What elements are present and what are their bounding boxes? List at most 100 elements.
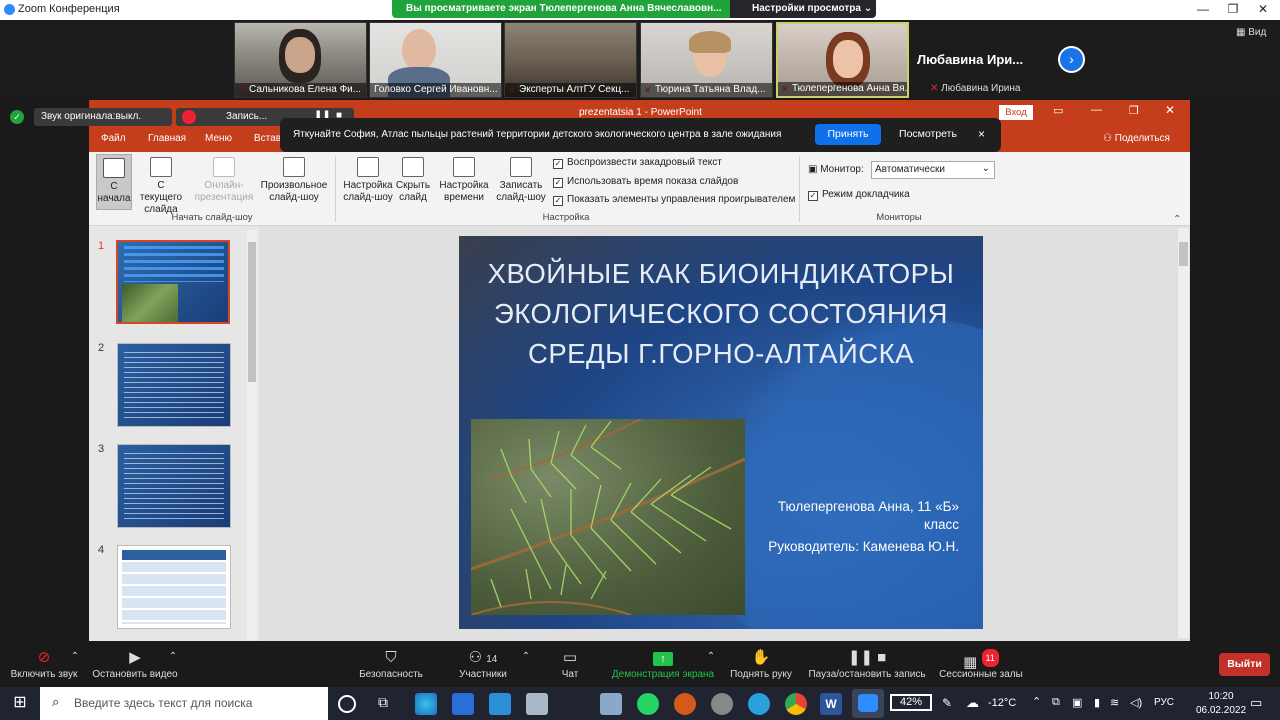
word-icon[interactable]: W: [820, 693, 842, 715]
wifi-icon[interactable]: ≋: [1110, 696, 1119, 709]
security-button[interactable]: ⛉ Безопасность: [355, 649, 427, 680]
from-start-button[interactable]: С начала: [96, 154, 132, 210]
view-button[interactable]: ▦ Вид: [1236, 27, 1266, 38]
weather-icon[interactable]: ☁: [966, 695, 979, 711]
edge-icon[interactable]: [415, 693, 437, 715]
slide-thumbnail-4[interactable]: [117, 545, 231, 629]
monitor-icon: ▣: [808, 164, 818, 175]
participant-tile[interactable]: ✕ Тюрина Татьяна Влад...: [640, 22, 773, 98]
close-icon[interactable]: ✕: [1248, 2, 1278, 18]
leave-meeting-button[interactable]: Выйти: [1219, 653, 1270, 676]
tab-file[interactable]: Файл: [101, 133, 126, 144]
task-view-icon[interactable]: ⧉: [378, 694, 388, 711]
view-waiting-button[interactable]: Посмотреть: [890, 124, 966, 145]
chevron-up-icon[interactable]: ⌃: [521, 651, 531, 662]
clock-date: 06.02.2022: [1195, 705, 1247, 716]
view-label: Вид: [1248, 27, 1267, 38]
breakout-rooms-button[interactable]: ▦ 11 Сессионные залы: [936, 649, 1026, 680]
stop-video-button[interactable]: ▶ Остановить видео: [90, 649, 180, 680]
checkbox-narration[interactable]: ✓ Воспроизвести закадровый текст: [553, 157, 722, 169]
maximize-icon[interactable]: ❐: [1218, 2, 1248, 18]
accept-button[interactable]: Принять: [815, 124, 881, 145]
view-settings-button[interactable]: Настройки просмотра ⌄: [730, 0, 876, 18]
security-label: Безопасность: [359, 669, 423, 680]
slide-thumbnail-3[interactable]: [117, 444, 231, 528]
notification-message: Яткунайте София, Атлас пыльцы растений т…: [293, 129, 782, 140]
maximize-icon[interactable]: ❐: [1129, 104, 1139, 117]
chevron-up-icon[interactable]: ⌃: [168, 651, 178, 662]
slide-scrollbar[interactable]: [1178, 228, 1189, 638]
ribbon-display-icon[interactable]: ▭: [1053, 104, 1063, 117]
participant-tile[interactable]: Головко Сергей Ивановн...: [369, 22, 502, 98]
app-icon[interactable]: [526, 693, 548, 715]
custom-show-button[interactable]: Произвольное слайд-шоу: [257, 157, 331, 204]
participant-tile[interactable]: ✕ Эксперты АлтГУ Секц...: [504, 22, 637, 98]
signin-button[interactable]: Вход: [999, 105, 1033, 120]
mail-icon[interactable]: [489, 693, 511, 715]
checkbox-timings[interactable]: ✓ Использовать время показа слайдов: [553, 176, 738, 188]
minimize-icon[interactable]: —: [1188, 2, 1218, 18]
current-slide[interactable]: ХВОЙНЫЕ КАК БИОИНДИКАТОРЫ ЭКОЛОГИЧЕСКОГО…: [459, 236, 983, 629]
slide-scrollbar-thumb[interactable]: [1179, 242, 1188, 266]
slide-thumbnail-1[interactable]: [116, 240, 230, 324]
language-indicator[interactable]: РУС: [1154, 697, 1174, 708]
minimize-icon[interactable]: —: [1091, 104, 1102, 116]
setup-slideshow-button[interactable]: Настройка слайд-шоу: [341, 157, 395, 204]
battery-icon[interactable]: ▮: [1094, 696, 1100, 709]
record-slideshow-button[interactable]: Записать слайд-шоу: [493, 157, 549, 204]
participant-tile[interactable]: ✕ Сальникова Елена Фи...: [234, 22, 367, 98]
clock[interactable]: 10:20 06.02.2022: [1194, 690, 1248, 718]
thumb-scrollbar-thumb[interactable]: [248, 242, 256, 382]
custom-label: Произвольное слайд-шоу: [260, 180, 328, 203]
setup-label: Настройка слайд-шоу: [343, 180, 393, 203]
chat-button[interactable]: ▭ Чат: [550, 649, 590, 680]
chevron-up-icon[interactable]: ⌃: [70, 651, 80, 662]
thumb-scrollbar[interactable]: [247, 230, 257, 640]
cortana-icon[interactable]: [338, 695, 356, 713]
original-sound-toggle[interactable]: Звук оригинала:выкл.: [34, 108, 172, 126]
notifications-icon[interactable]: ▭: [1250, 695, 1262, 711]
chevron-up-icon[interactable]: ⌃: [1032, 695, 1041, 708]
windows-start-icon[interactable]: ⊞: [0, 687, 40, 720]
chevron-up-icon[interactable]: ⌃: [706, 651, 716, 662]
volume-icon[interactable]: ◁): [1130, 696, 1142, 709]
close-icon[interactable]: ✕: [1165, 103, 1175, 117]
participant-name-large[interactable]: Любавина Ири...: [917, 52, 1023, 67]
participant-tile-active-speaker[interactable]: ✕ Тюлепергенова Анна Вя...: [776, 22, 909, 98]
checkbox-controls[interactable]: ✓ Показать элементы управления проигрыват…: [553, 194, 795, 206]
app-icon[interactable]: [600, 693, 622, 715]
gallery-next-button[interactable]: ›: [1058, 46, 1085, 73]
thumb-table-rows: [122, 562, 226, 624]
close-icon[interactable]: ×: [978, 127, 985, 141]
temperature[interactable]: -12°C: [988, 697, 1016, 709]
slide-thumbnail-2[interactable]: [117, 343, 231, 427]
monitor-select[interactable]: Автоматически ⌄: [871, 161, 995, 179]
store-icon[interactable]: [452, 693, 474, 715]
telegram-icon[interactable]: [748, 693, 770, 715]
person-icon: ⚇: [1103, 133, 1112, 144]
zoom-taskbar-icon[interactable]: [852, 689, 884, 718]
online-present-icon: [213, 157, 235, 177]
hide-slide-button[interactable]: Скрыть слайд: [394, 157, 432, 204]
share-screen-button[interactable]: ↑ Демонстрация экрана: [608, 649, 718, 680]
tray-app-icon[interactable]: ▣: [1072, 696, 1082, 709]
participants-button[interactable]: ⚇ 14 Участники: [454, 649, 512, 680]
chrome-icon[interactable]: [785, 693, 807, 715]
raise-hand-button[interactable]: ✋ Поднять руку: [726, 649, 796, 680]
pause-stop-recording-button[interactable]: ❚❚ ■ Пауза/остановить запись: [806, 649, 928, 680]
app-icon[interactable]: [711, 693, 733, 715]
tab-menu[interactable]: Меню: [205, 133, 232, 144]
share-button[interactable]: ⚇ Поделиться: [1103, 133, 1170, 144]
taskbar-search-input[interactable]: ⌕ Введите здесь текст для поиска: [40, 687, 328, 720]
checkbox-presenter-view[interactable]: ✓ Режим докладчика: [808, 189, 910, 201]
from-current-button[interactable]: С текущего слайда: [137, 157, 185, 216]
pen-icon[interactable]: ✎: [942, 696, 952, 710]
rehearse-timings-button[interactable]: Настройка времени: [437, 157, 491, 204]
tab-home[interactable]: Главная: [148, 133, 186, 144]
whatsapp-icon[interactable]: [637, 693, 659, 715]
app-icon[interactable]: [674, 693, 696, 715]
tray-app-icon[interactable]: ⧉: [1052, 696, 1060, 709]
battery-indicator[interactable]: 42%: [890, 694, 932, 711]
collapse-ribbon-icon[interactable]: ⌃: [1173, 214, 1181, 225]
online-presentation-button[interactable]: Онлайн-презентация: [193, 157, 255, 204]
